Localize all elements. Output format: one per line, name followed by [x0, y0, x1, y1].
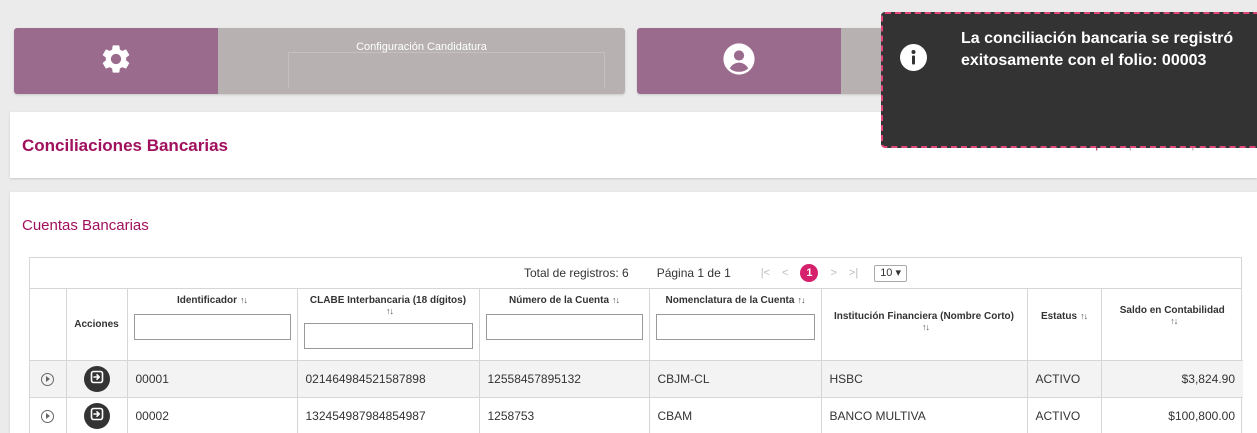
open-record-button[interactable] [83, 402, 110, 429]
enter-icon [89, 369, 105, 388]
sort-icon[interactable]: ↑↓ [922, 322, 930, 332]
sort-icon[interactable]: ↑↓ [386, 306, 394, 316]
cell-identificador: 00002 [127, 397, 298, 433]
actions-cell [66, 397, 128, 433]
cell-numero-cuenta: 12558457895132 [479, 360, 650, 398]
column-header-estatus[interactable]: Estatus ↑↓ [1027, 289, 1102, 361]
total-records: Total de registros: 6 [523, 266, 629, 280]
cell-estatus: ACTIVO [1027, 360, 1102, 398]
last-page-button[interactable]: >| [849, 267, 858, 279]
sort-icon[interactable]: ↑↓ [797, 295, 805, 305]
filter-input-identificador[interactable] [133, 314, 291, 340]
user-circle-icon [722, 42, 756, 81]
cell-clabe: 132454987984854987 [297, 397, 480, 433]
cell-saldo: $100,800.00 [1101, 397, 1243, 433]
gear-icon [99, 42, 133, 81]
cell-institucion: BANCO MULTIVA [821, 397, 1028, 433]
header-row: Acciones Identificador ↑↓ CLABE Interbanc… [30, 289, 1243, 361]
card-icon-box [14, 28, 218, 94]
page-indicator: Página 1 de 1 [656, 266, 731, 280]
toast-message: La conciliación bancaria se registró exi… [961, 30, 1234, 69]
cell-numero-cuenta: 1258753 [479, 397, 650, 433]
filter-input-nomenclatura[interactable] [655, 314, 815, 340]
main-panel: Cuentas Bancarias Total de registros: 6 … [10, 192, 1257, 433]
info-icon [900, 44, 927, 71]
sort-icon[interactable]: ↑↓ [240, 295, 248, 305]
sort-icon[interactable]: ↑↓ [1170, 316, 1178, 326]
data-table: Acciones Identificador ↑↓ CLABE Interbanc… [30, 289, 1243, 433]
expand-row-icon[interactable] [41, 372, 55, 386]
column-header-expand [30, 289, 67, 361]
card-icon-box [637, 28, 841, 94]
card-configuracion-candidatura[interactable]: Configuración Candidatura [14, 28, 625, 94]
column-header-numero-cuenta[interactable]: Número de la Cuenta ↑↓ [479, 289, 650, 361]
column-header-clabe[interactable]: CLABE Interbancaria (18 dígitos) ↑↓ [297, 289, 480, 361]
cell-institucion: HSBC [821, 360, 1028, 398]
open-record-button[interactable] [83, 365, 110, 392]
first-page-button[interactable]: |< [761, 267, 770, 279]
column-header-identificador[interactable]: Identificador ↑↓ [127, 289, 298, 361]
cell-clabe: 021464984521587898 [297, 360, 480, 398]
pagination-bar: Total de registros: 6 Página 1 de 1 |< <… [30, 258, 1241, 289]
column-header-nomenclatura[interactable]: Nomenclatura de la Cuenta ↑↓ [649, 289, 822, 361]
cell-nomenclatura: CBJM-CL [649, 360, 822, 398]
enter-icon [89, 406, 105, 425]
column-header-acciones: Acciones [66, 289, 128, 361]
success-toast[interactable]: La conciliación bancaria se registró exi… [881, 12, 1257, 148]
expand-cell [30, 360, 67, 398]
next-page-button[interactable]: > [830, 267, 836, 279]
table-row: 00002 132454987984854987 1258753 CBAM BA… [30, 397, 1243, 433]
filter-input-numero-cuenta[interactable] [485, 314, 643, 340]
cell-estatus: ACTIVO [1027, 397, 1102, 433]
cell-nomenclatura: CBAM [649, 397, 822, 433]
page-title: Conciliaciones Bancarias [22, 136, 228, 155]
column-header-institucion[interactable]: Institución Financiera (Nombre Corto) ↑↓ [821, 289, 1028, 361]
sort-icon[interactable]: ↑↓ [1080, 311, 1088, 321]
section-title: Cuentas Bancarias [22, 217, 149, 234]
current-page-button[interactable]: 1 [800, 264, 819, 282]
cell-saldo: $3,824.90 [1101, 360, 1243, 398]
column-header-saldo[interactable]: Saldo en Contabilidad ↑↓ [1101, 289, 1243, 361]
filter-input-clabe[interactable] [303, 323, 473, 349]
page-size-select[interactable]: 10 ▾ [874, 264, 908, 282]
card-label: Configuración Candidatura [218, 28, 625, 94]
cell-identificador: 00001 [127, 360, 298, 398]
expand-row-icon[interactable] [41, 409, 55, 423]
expand-cell [30, 397, 67, 433]
actions-cell [66, 360, 128, 398]
accounts-table: Total de registros: 6 Página 1 de 1 |< <… [29, 257, 1243, 433]
table-row: 00001 021464984521587898 12558457895132 … [30, 360, 1243, 398]
prev-page-button[interactable]: < [782, 267, 788, 279]
sort-icon[interactable]: ↑↓ [612, 295, 620, 305]
